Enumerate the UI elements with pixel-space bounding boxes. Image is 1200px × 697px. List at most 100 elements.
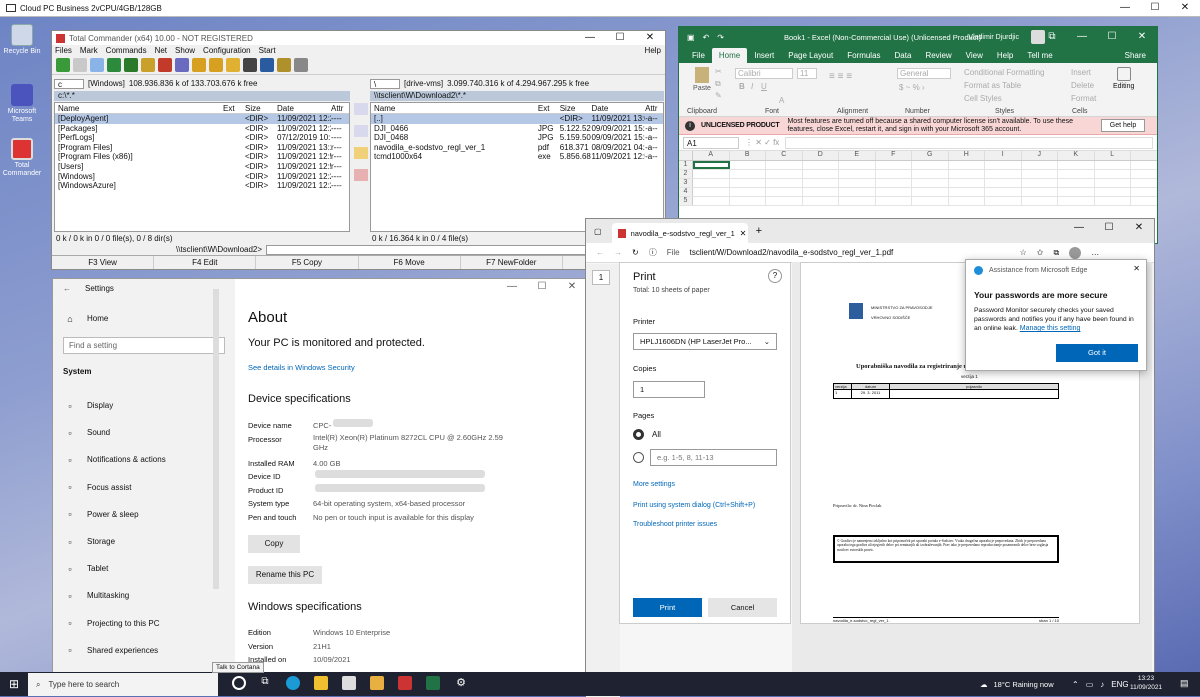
tab-page-layout[interactable]: Page Layout xyxy=(781,48,840,63)
grid-cell[interactable] xyxy=(1022,170,1058,178)
move-icon[interactable] xyxy=(354,125,368,137)
printer-select[interactable]: HPLJ1606DN (HP LaserJet Pro... ⌄ xyxy=(633,333,777,350)
row-header[interactable]: 2 xyxy=(679,170,693,178)
grid-cell[interactable] xyxy=(1058,179,1095,187)
new-tab-icon[interactable]: + xyxy=(756,225,762,237)
font-size-box[interactable]: 11 xyxy=(797,68,817,79)
favorites-icon[interactable]: ✩ xyxy=(1037,248,1044,257)
grid-cell[interactable] xyxy=(839,179,876,187)
col-name[interactable]: Name xyxy=(55,103,223,113)
grid-cell[interactable] xyxy=(1022,161,1058,169)
excel-icon[interactable] xyxy=(426,676,440,690)
pages-all-radio[interactable]: All xyxy=(633,429,661,440)
maximize-icon[interactable]: ☐ xyxy=(527,279,557,295)
paste-button[interactable]: Paste xyxy=(691,67,713,97)
ftp-icon[interactable] xyxy=(226,58,240,72)
start-icon[interactable]: ⊞ xyxy=(0,672,28,696)
grid-cell[interactable] xyxy=(1058,161,1095,169)
help-icon[interactable]: ? xyxy=(768,269,782,283)
format-as-table-button[interactable]: Format as Table xyxy=(964,81,1021,90)
pack-icon[interactable] xyxy=(192,58,206,72)
name-box[interactable]: A1 xyxy=(683,136,739,149)
delete-icon[interactable] xyxy=(354,169,368,181)
column-header[interactable]: E xyxy=(839,151,876,160)
close-icon[interactable]: ✕ xyxy=(1133,264,1140,273)
grid-cell[interactable] xyxy=(912,170,949,178)
editing-button[interactable]: Editing xyxy=(1113,67,1134,90)
folder-icon[interactable] xyxy=(370,676,384,690)
sidebar-item-focus-assist[interactable]: ▫ Focus assist xyxy=(53,474,235,501)
search-icon[interactable] xyxy=(243,58,257,72)
maximize-icon[interactable]: ☐ xyxy=(605,31,635,44)
sidebar-item-projecting-to-this-pc[interactable]: ▫ Projecting to this PC xyxy=(53,610,235,637)
grid-cell[interactable] xyxy=(1095,170,1131,178)
grid-cell[interactable] xyxy=(985,170,1022,178)
menu-show[interactable]: Show xyxy=(175,46,195,55)
more-icon[interactable]: … xyxy=(1091,248,1099,257)
f4-edit-button[interactable]: F4 Edit xyxy=(154,256,257,269)
minimize-icon[interactable]: — xyxy=(1110,0,1140,16)
delete-cells-button[interactable]: Delete xyxy=(1071,81,1094,90)
troubleshoot-link[interactable]: Troubleshoot printer issues xyxy=(633,521,717,528)
got-it-button[interactable]: Got it xyxy=(1056,344,1138,362)
bold-icon[interactable]: B xyxy=(739,82,745,91)
file-row[interactable]: tcmd1000x64 exe 5.856.68011/09/2021 12:59-… xyxy=(371,152,663,162)
sidebar-item-power-sleep[interactable]: ▫ Power & sleep xyxy=(53,501,235,528)
column-header[interactable]: C xyxy=(766,151,803,160)
sidebar-item-shared-experiences[interactable]: ▫ Shared experiences xyxy=(53,637,235,664)
task-view-icon[interactable]: ⧉ xyxy=(258,676,272,690)
grid-cell[interactable] xyxy=(1022,188,1058,196)
formula-input[interactable] xyxy=(785,136,1153,149)
file-row[interactable]: [Program Files (x86)] <DIR> 11/09/2021 12:… xyxy=(55,152,349,162)
col-date[interactable]: Date xyxy=(277,103,331,113)
back-arrow-icon[interactable]: ← xyxy=(63,284,71,293)
maximize-icon[interactable]: ☐ xyxy=(1097,27,1127,46)
rename-icon[interactable] xyxy=(260,58,274,72)
italic-icon[interactable]: I xyxy=(751,82,753,91)
col-attr[interactable]: Attr xyxy=(645,103,663,113)
underline-icon[interactable]: U xyxy=(761,82,767,91)
column-header[interactable]: H xyxy=(949,151,985,160)
page-number-box[interactable]: 1 xyxy=(592,270,610,285)
file-row[interactable]: [PerfLogs] <DIR> 07/12/2019 10:14---- xyxy=(55,133,349,143)
grid-cell[interactable] xyxy=(1058,188,1095,196)
col-size[interactable]: Size xyxy=(560,103,592,113)
grid-cell[interactable] xyxy=(693,197,730,205)
grid-cell[interactable] xyxy=(1095,197,1131,205)
tab-home[interactable]: Home xyxy=(711,48,748,63)
format-painter-icon[interactable]: ✎ xyxy=(715,91,722,100)
grid-cell[interactable] xyxy=(949,188,985,196)
close-icon[interactable]: ✕ xyxy=(1127,27,1157,46)
grid-cell[interactable] xyxy=(730,179,766,187)
store-icon[interactable] xyxy=(342,676,356,690)
grid-cell[interactable] xyxy=(912,197,949,205)
refresh-icon[interactable]: ↻ xyxy=(632,248,639,257)
grid-cell[interactable] xyxy=(803,188,839,196)
cancel-button[interactable]: Cancel xyxy=(708,598,777,617)
grid-cell[interactable] xyxy=(1095,179,1131,187)
grid-cell[interactable] xyxy=(803,197,839,205)
profile-icon[interactable] xyxy=(1069,246,1082,259)
f3-view-button[interactable]: F3 View xyxy=(52,256,155,269)
clock[interactable]: 13:23 11/09/2021 xyxy=(1130,674,1162,692)
select-all-corner[interactable] xyxy=(679,151,693,160)
left-drive-select[interactable]: c xyxy=(54,79,84,89)
grid-cell[interactable] xyxy=(876,161,912,169)
desktop-icon-recycle-bin[interactable]: Recycle Bin xyxy=(2,24,42,56)
grid-cell[interactable] xyxy=(1095,188,1131,196)
refresh-icon[interactable] xyxy=(56,58,70,72)
grid-cell[interactable] xyxy=(949,179,985,187)
col-date[interactable]: Date xyxy=(591,103,645,113)
grid-cell[interactable] xyxy=(803,170,839,178)
left-path[interactable]: c:\*.* xyxy=(54,91,350,101)
sidebar-item-storage[interactable]: ▫ Storage xyxy=(53,528,235,555)
row-header[interactable]: 1 xyxy=(679,161,693,169)
grid-cell[interactable] xyxy=(985,161,1022,169)
maximize-icon[interactable]: ☐ xyxy=(1094,219,1124,237)
minimize-icon[interactable]: — xyxy=(497,279,527,295)
grid-cell[interactable] xyxy=(876,197,912,205)
network-icon[interactable]: ▭ xyxy=(1086,680,1094,689)
grid-cell[interactable] xyxy=(949,170,985,178)
back-icon[interactable]: ← xyxy=(596,248,604,257)
grid-cell[interactable] xyxy=(949,197,985,205)
